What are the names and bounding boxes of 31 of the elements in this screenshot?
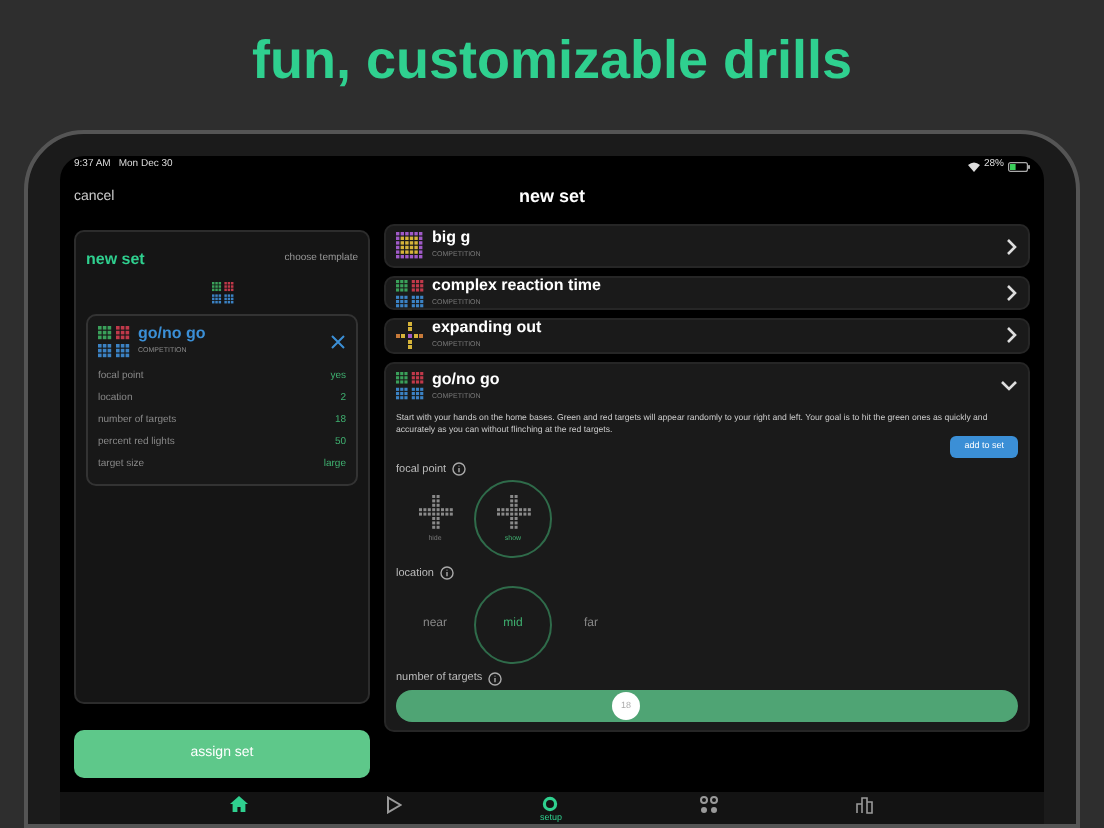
drill-name: complex reaction time	[432, 278, 603, 294]
battery-icon	[1008, 161, 1030, 171]
focal-cross-icon	[495, 494, 531, 531]
set-icon	[211, 282, 233, 304]
chevron-right-icon[interactable]	[1006, 237, 1018, 255]
drill-name: go/no go	[432, 371, 502, 387]
chevron-down-icon[interactable]	[1000, 380, 1018, 393]
drill-icon	[396, 232, 424, 260]
info-icon[interactable]	[439, 566, 454, 581]
drill-icon	[396, 321, 424, 350]
chevron-right-icon[interactable]	[1006, 284, 1018, 303]
set-title: new set	[86, 248, 145, 272]
home-icon[interactable]	[229, 796, 248, 812]
wifi-icon	[967, 161, 980, 171]
info-icon[interactable]	[452, 462, 467, 477]
drill-icon	[98, 326, 130, 358]
drill-icon	[396, 372, 424, 401]
screen-title: new set	[519, 184, 585, 211]
drill-name: expanding out	[432, 320, 544, 337]
drill-name: big g	[432, 230, 473, 247]
dots-grid-icon[interactable]	[700, 796, 719, 814]
play-icon[interactable]	[385, 796, 402, 814]
info-icon[interactable]	[488, 671, 503, 686]
bar-chart-icon[interactable]	[856, 796, 875, 814]
chevron-right-icon[interactable]	[1006, 326, 1018, 345]
drill-list-item[interactable]	[384, 361, 1030, 733]
drill-icon	[396, 279, 424, 308]
focal-cross-icon	[417, 494, 453, 531]
close-icon[interactable]	[330, 334, 346, 350]
drill-name: go/no go	[138, 326, 208, 343]
headline: fun, customizable drills	[251, 28, 853, 95]
